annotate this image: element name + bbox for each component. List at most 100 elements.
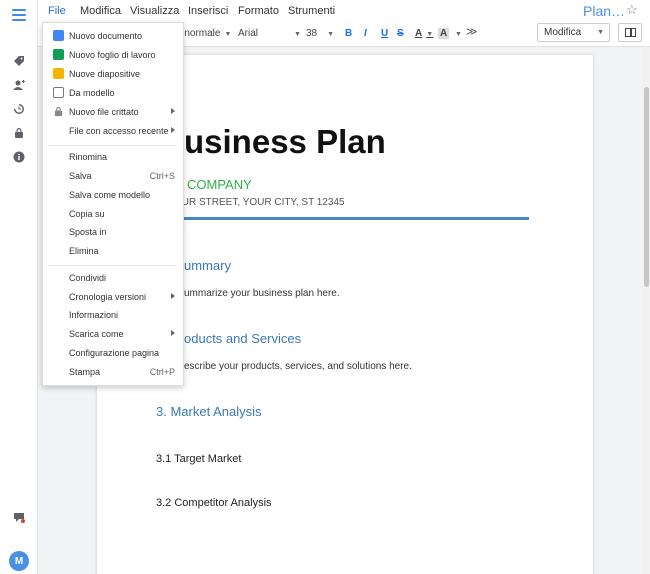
- menu-item-version-history[interactable]: Cronologia versioni: [43, 288, 183, 306]
- more-options-icon[interactable]: ≫: [466, 25, 478, 38]
- menu-item-label: Scarica come: [69, 329, 124, 339]
- info-icon[interactable]: [10, 148, 28, 166]
- menu-item-new-spreadsheet[interactable]: Nuovo foglio di lavoro: [43, 46, 183, 64]
- slides-icon: [53, 68, 64, 79]
- menu-item-label: Condividi: [69, 273, 107, 283]
- scrollbar-thumb[interactable]: [644, 87, 649, 287]
- highlight-chevron-down-icon[interactable]: ▼: [451, 28, 462, 39]
- menu-item-share[interactable]: Condividi: [43, 269, 183, 287]
- menu-item-label: Informazioni: [69, 310, 119, 320]
- mode-select[interactable]: Modifica ▼: [537, 23, 610, 42]
- menu-item-label: Sposta in: [69, 227, 107, 237]
- menu-item-label: Rinomina: [69, 152, 108, 162]
- menu-item-copy-to[interactable]: Copia su: [43, 205, 183, 223]
- subsection-target-market[interactable]: 3.1 Target Market: [156, 453, 241, 465]
- menu-item-from-template[interactable]: Da modello: [43, 84, 183, 102]
- side-panel-toggle-button[interactable]: [618, 23, 642, 42]
- panel-icon: [625, 28, 636, 37]
- chevron-right-icon: [171, 108, 175, 114]
- menu-item-download-as[interactable]: Scarica come: [43, 325, 183, 343]
- menu-item-label: Nuove diapositive: [69, 69, 141, 79]
- hamburger-menu-icon[interactable]: [12, 9, 26, 21]
- chevron-down-icon: ▼: [597, 29, 604, 36]
- menu-item-save[interactable]: Salva Ctrl+S: [43, 167, 183, 185]
- menu-item-recent-files[interactable]: File con accesso recente: [43, 122, 183, 140]
- menu-visualizza[interactable]: Visualizza: [130, 5, 179, 17]
- section-summary-heading[interactable]: ummary: [184, 258, 231, 273]
- subsection-competitor-analysis[interactable]: 3.2 Competitor Analysis: [156, 497, 272, 509]
- menu-item-information[interactable]: Informazioni: [43, 306, 183, 324]
- bold-button[interactable]: B: [345, 28, 352, 39]
- font-chevron-down-icon[interactable]: ▼: [290, 28, 301, 39]
- menu-item-new-document[interactable]: Nuovo documento: [43, 27, 183, 45]
- underline-button[interactable]: U: [381, 28, 388, 39]
- menu-item-save-as-template[interactable]: Salva come modello: [43, 186, 183, 204]
- menu-item-move-to[interactable]: Sposta in: [43, 223, 183, 241]
- section-market-heading[interactable]: 3. Market Analysis: [156, 404, 262, 419]
- italic-button[interactable]: I: [364, 28, 367, 39]
- section-products-heading[interactable]: oducts and Services: [184, 331, 301, 346]
- chevron-right-icon: [171, 330, 175, 336]
- menu-item-label: Nuovo foglio di lavoro: [69, 50, 156, 60]
- menu-item-label: Copia su: [69, 209, 105, 219]
- company-name[interactable]: R COMPANY: [174, 177, 252, 192]
- lock-icon: [53, 106, 64, 117]
- chat-icon[interactable]: [10, 508, 28, 526]
- menu-inserisci[interactable]: Inserisci: [188, 5, 228, 17]
- menu-formato[interactable]: Formato: [238, 5, 279, 17]
- mode-value: Modifica: [544, 27, 582, 38]
- shortcut-label: Ctrl+S: [149, 171, 175, 181]
- menu-bar: File Modifica Visualizza Inserisci Forma…: [38, 0, 650, 22]
- font-value: Arial: [238, 28, 259, 39]
- menu-item-label: Configurazione pagina: [69, 348, 160, 358]
- menu-item-label: File con accesso recente: [69, 126, 169, 136]
- menu-item-label: Salva come modello: [69, 190, 151, 200]
- menu-strumenti[interactable]: Strumenti: [288, 5, 335, 17]
- avatar[interactable]: M: [9, 551, 29, 571]
- font-size-select[interactable]: 38 ▼: [306, 28, 334, 39]
- paragraph-style-select[interactable]: o normale ▼: [176, 28, 231, 39]
- left-rail: M: [0, 0, 38, 574]
- add-user-icon[interactable]: [10, 76, 28, 94]
- shortcut-label: Ctrl+P: [149, 367, 175, 377]
- font-select[interactable]: Arial: [238, 28, 298, 39]
- menu-item-delete[interactable]: Elimina: [43, 242, 183, 260]
- menu-item-page-setup[interactable]: Configurazione pagina: [43, 344, 183, 362]
- sheet-icon: [53, 49, 64, 60]
- document-title[interactable]: Plan…: [583, 3, 625, 19]
- chevron-down-icon: ▼: [327, 31, 335, 38]
- vertical-scrollbar[interactable]: [643, 47, 650, 574]
- section-summary-text[interactable]: ummarize your business plan here.: [184, 288, 340, 299]
- menu-item-rename[interactable]: Rinomina: [43, 148, 183, 166]
- font-color-button[interactable]: A ▼: [415, 28, 433, 39]
- template-icon: [53, 87, 64, 98]
- font-color-label: A: [415, 28, 423, 39]
- history-icon[interactable]: [10, 100, 28, 118]
- company-address[interactable]: OUR STREET, YOUR CITY, ST 12345: [174, 197, 345, 208]
- menu-separator: [49, 265, 177, 266]
- file-menu-dropdown: Nuovo documento Nuovo foglio di lavoro N…: [42, 22, 184, 386]
- menu-item-new-slides[interactable]: Nuove diapositive: [43, 65, 183, 83]
- document-heading[interactable]: usiness Plan: [184, 123, 386, 161]
- menu-item-label: Nuovo documento: [69, 31, 143, 41]
- star-icon[interactable]: ☆: [626, 2, 638, 18]
- highlight-label: A: [440, 28, 448, 39]
- font-size-value: 38: [306, 28, 318, 39]
- menu-separator: [49, 145, 177, 146]
- section-products-text[interactable]: escribe your products, services, and sol…: [184, 361, 412, 372]
- menu-item-label: Nuovo file crittato: [69, 107, 139, 117]
- menu-item-label: Elimina: [69, 246, 99, 256]
- strikethrough-button[interactable]: S: [397, 28, 404, 39]
- menu-item-label: Stampa: [69, 367, 101, 377]
- tag-icon[interactable]: [10, 52, 28, 70]
- menu-modifica[interactable]: Modifica: [80, 5, 121, 17]
- highlight-button[interactable]: A: [438, 28, 450, 39]
- menu-file[interactable]: File: [48, 5, 66, 17]
- menu-item-print[interactable]: Stampa Ctrl+P: [43, 363, 183, 381]
- menu-item-new-encrypted-file[interactable]: Nuovo file crittato: [43, 103, 183, 121]
- chevron-down-icon: ▼: [224, 31, 232, 38]
- chevron-right-icon: [171, 127, 175, 133]
- heading-rule: [156, 217, 529, 220]
- chevron-down-icon: ▼: [426, 31, 434, 38]
- lock-icon[interactable]: [10, 124, 28, 142]
